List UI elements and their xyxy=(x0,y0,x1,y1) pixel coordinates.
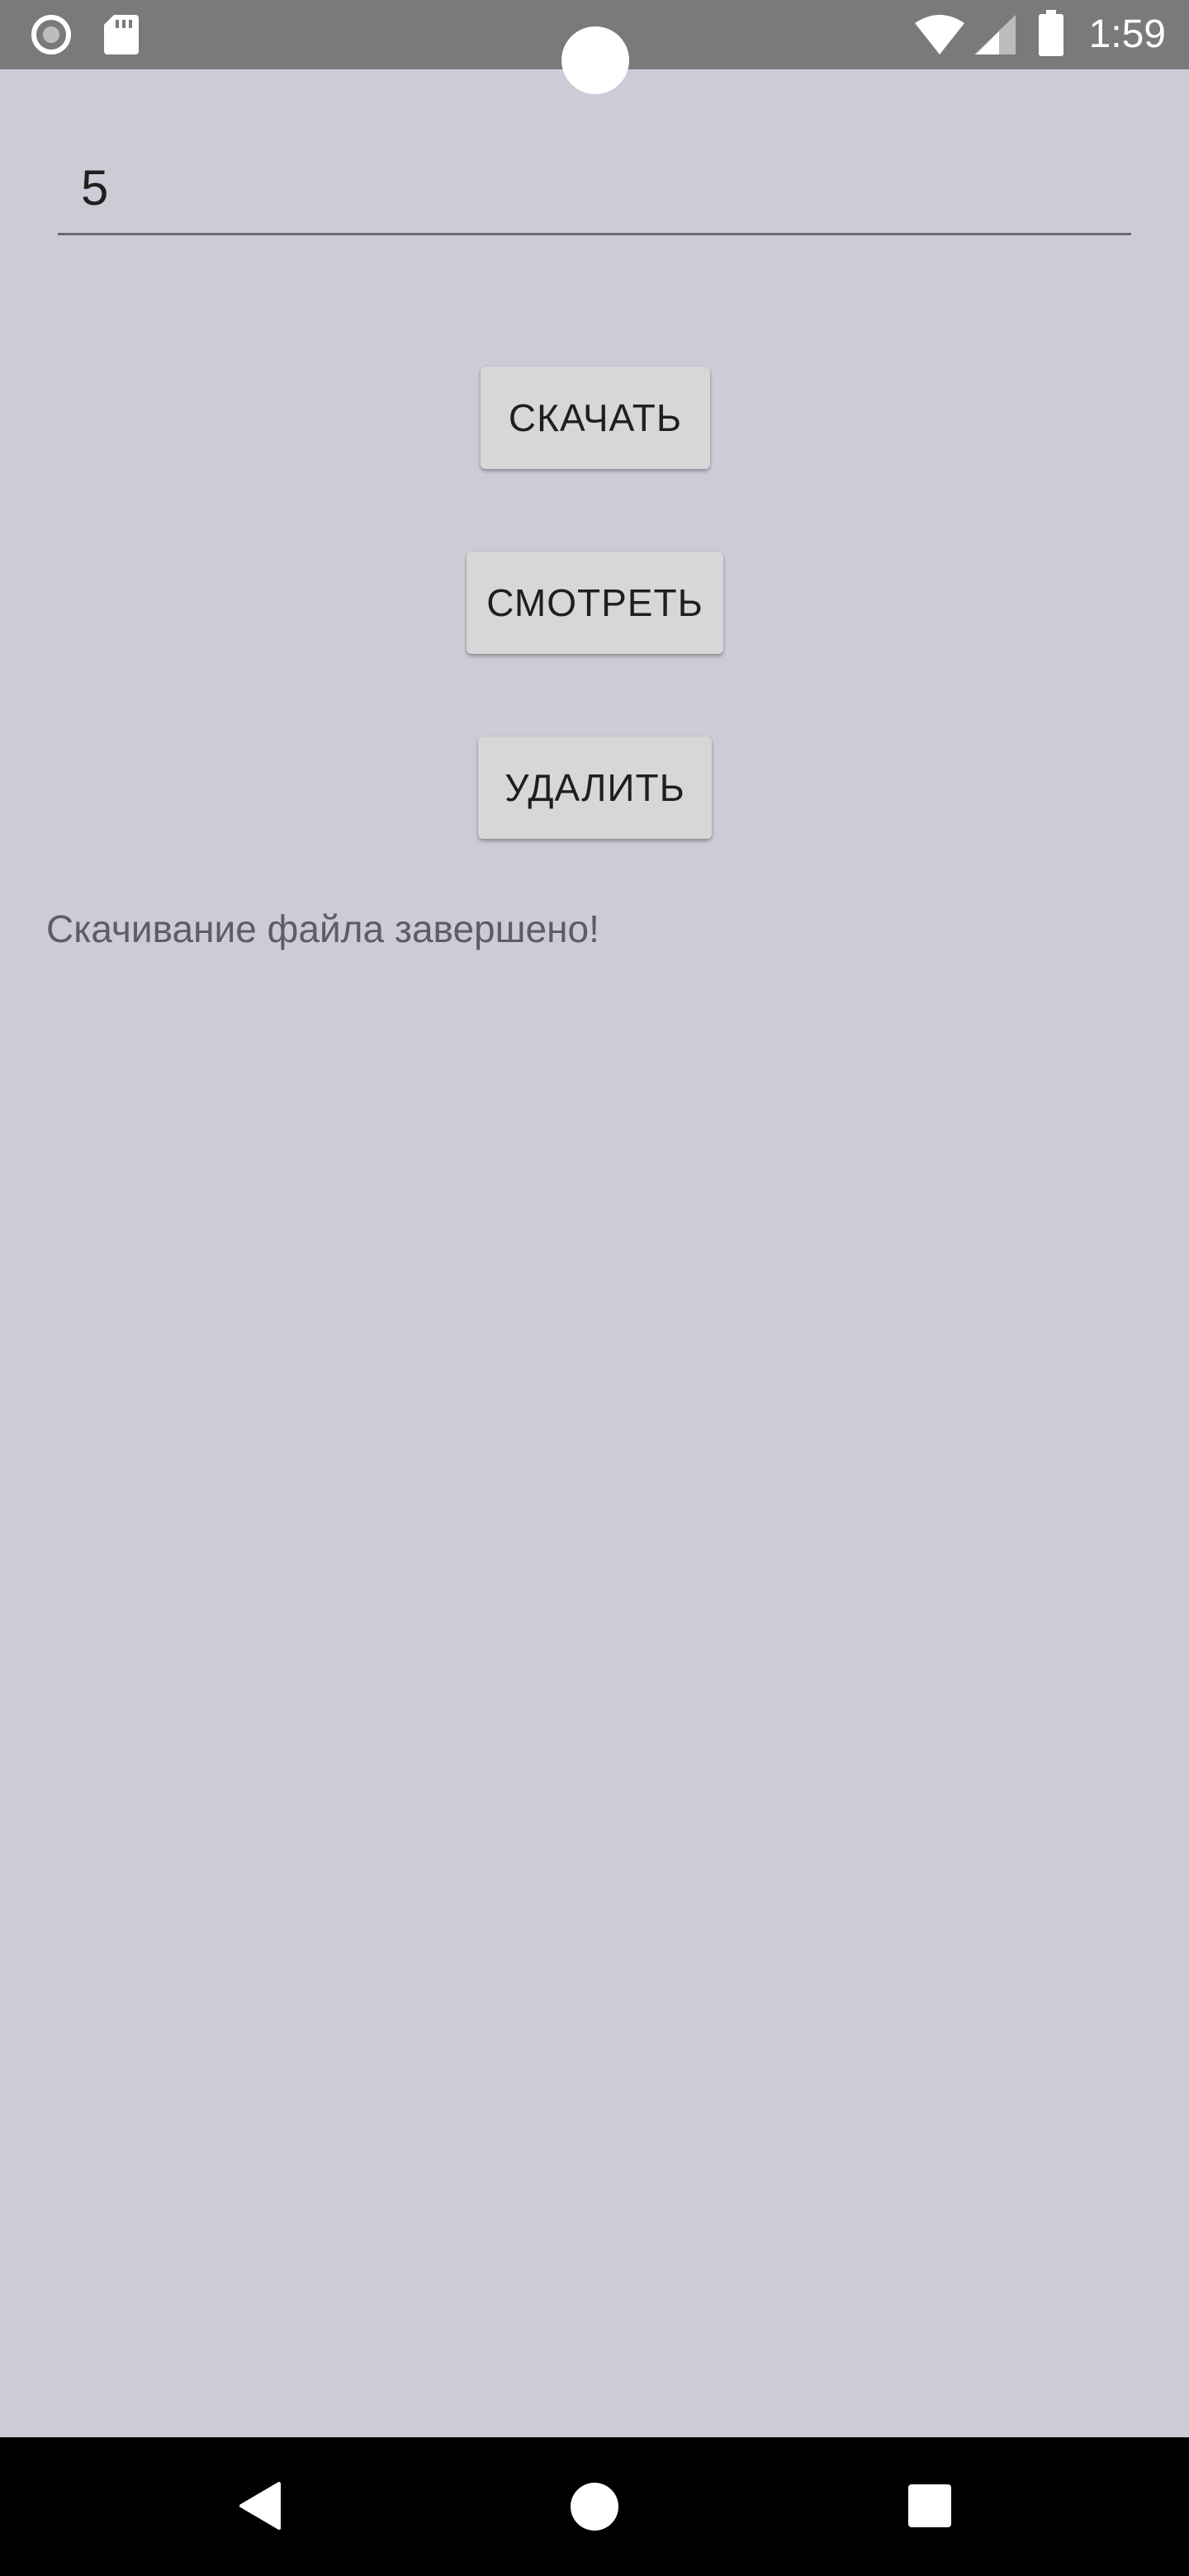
sd-card-icon xyxy=(104,15,139,59)
number-input[interactable] xyxy=(81,150,1105,225)
record-icon xyxy=(30,13,73,60)
view-button[interactable]: СМОТРЕТЬ xyxy=(467,552,723,654)
number-input-container xyxy=(58,140,1131,235)
back-icon[interactable] xyxy=(239,2482,281,2534)
wifi-icon xyxy=(915,15,964,59)
recents-icon[interactable] xyxy=(908,2484,951,2531)
download-button[interactable]: СКАЧАТЬ xyxy=(481,367,710,469)
camera-cutout xyxy=(561,26,629,94)
signal-icon xyxy=(974,15,1016,59)
status-time: 1:59 xyxy=(1088,12,1166,56)
navigation-bar xyxy=(0,2437,1189,2576)
battery-icon xyxy=(1039,10,1063,60)
home-icon[interactable] xyxy=(570,2482,619,2536)
delete-button[interactable]: УДАЛИТЬ xyxy=(478,736,712,839)
status-message: Скачивание файла завершено! xyxy=(46,907,599,950)
